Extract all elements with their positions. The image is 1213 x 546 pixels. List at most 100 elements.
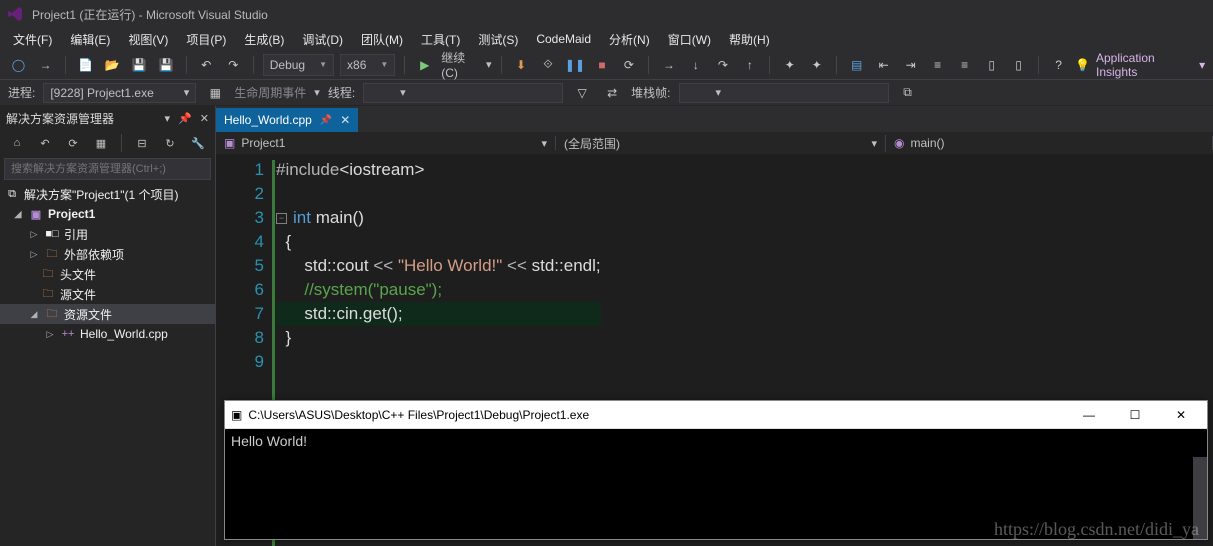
tree-external[interactable]: ▷ 🗀 外部依赖项 xyxy=(0,244,215,264)
process-selector[interactable]: [9228] Project1.exe▾ xyxy=(43,83,196,103)
fold-icon[interactable]: − xyxy=(276,213,287,224)
app-insights-button[interactable]: 💡 Application Insights ▾ xyxy=(1075,51,1205,79)
pin-icon[interactable]: 📌 xyxy=(178,112,192,125)
collapse-icon[interactable]: ⊟ xyxy=(131,132,153,154)
new-project-icon[interactable]: 📄 xyxy=(75,54,96,76)
menu-tools[interactable]: 工具(T) xyxy=(412,29,469,50)
show-all-icon[interactable]: ▦ xyxy=(90,132,112,154)
chevron-down-icon[interactable]: ▾ xyxy=(314,86,320,99)
console-titlebar[interactable]: ▣ C:\Users\ASUS\Desktop\C++ Files\Projec… xyxy=(225,401,1207,429)
menu-file[interactable]: 文件(F) xyxy=(4,29,61,50)
caret-closed-icon[interactable]: ▷ xyxy=(44,329,56,340)
debug-toolbar: 进程: [9228] Project1.exe▾ ▦ 生命周期事件▾ 线程: ▾… xyxy=(0,80,1213,106)
tree-sources[interactable]: 🗀 源文件 xyxy=(0,284,215,304)
menu-test[interactable]: 测试(S) xyxy=(469,29,527,50)
nav-fwd-icon[interactable]: → xyxy=(35,54,56,76)
back-icon[interactable]: ↶ xyxy=(34,132,56,154)
nav-back-icon[interactable]: ◯ xyxy=(8,54,29,76)
break-all-icon[interactable]: ⬇ xyxy=(511,54,532,76)
pause-icon[interactable]: ❚❚ xyxy=(564,54,585,76)
menu-edit[interactable]: 编辑(E) xyxy=(61,29,119,50)
sync-icon[interactable]: ⟳ xyxy=(62,132,84,154)
step-out-icon[interactable]: ↑ xyxy=(739,54,760,76)
step-over-icon[interactable]: ↷ xyxy=(712,54,733,76)
menu-window[interactable]: 窗口(W) xyxy=(659,29,720,50)
close-button[interactable]: ✕ xyxy=(1161,404,1201,426)
menu-view[interactable]: 视图(V) xyxy=(119,29,177,50)
show-next-icon[interactable]: → xyxy=(658,54,679,76)
menu-team[interactable]: 团队(M) xyxy=(352,29,412,50)
menu-analyze[interactable]: 分析(N) xyxy=(600,29,659,50)
layout-icon[interactable]: ▤ xyxy=(846,54,867,76)
nav-scope[interactable]: (全局范围) ▾ xyxy=(556,135,886,152)
save-icon[interactable]: 💾 xyxy=(129,54,150,76)
tree-headers[interactable]: 🗀 头文件 xyxy=(0,264,215,284)
indent-left-icon[interactable]: ⇤ xyxy=(873,54,894,76)
platform-selector[interactable]: x86▼ xyxy=(340,54,395,76)
chevron-down-icon: ▾ xyxy=(716,86,722,99)
menu-codemaid[interactable]: CodeMaid xyxy=(527,30,600,48)
tree-solution[interactable]: ⧉ 解决方案"Project1"(1 个项目) xyxy=(0,184,215,204)
tree-refs[interactable]: ▷ ■□ 引用 xyxy=(0,224,215,244)
comment-icon[interactable]: ≡ xyxy=(927,54,948,76)
stack-options-icon[interactable]: ⧉ xyxy=(897,82,919,104)
separator xyxy=(65,56,66,74)
continue-label[interactable]: 继续(C) xyxy=(441,49,480,80)
open-icon[interactable]: 📂 xyxy=(102,54,123,76)
close-icon[interactable]: ✕ xyxy=(200,112,209,125)
dropdown-icon[interactable]: ▾ xyxy=(165,112,171,125)
tab-active[interactable]: Hello_World.cpp 📌 ✕ xyxy=(216,108,358,132)
nav-project[interactable]: ▣ Project1 ▾ xyxy=(216,136,556,150)
nav-func[interactable]: ◉ main() xyxy=(886,136,1213,150)
thread-toggle-icon[interactable]: ⇄ xyxy=(601,82,623,104)
refresh-icon[interactable]: ↻ xyxy=(159,132,181,154)
step-icon[interactable]: ⟐ xyxy=(538,54,559,76)
misc2-icon[interactable]: ✦ xyxy=(806,54,827,76)
console-window[interactable]: ▣ C:\Users\ASUS\Desktop\C++ Files\Projec… xyxy=(224,400,1208,540)
maximize-button[interactable]: ☐ xyxy=(1115,404,1155,426)
editor-tabs: Hello_World.cpp 📌 ✕ xyxy=(216,106,1213,132)
minimize-button[interactable]: — xyxy=(1069,404,1109,426)
thread-selector[interactable]: ▾ xyxy=(363,83,563,103)
close-icon[interactable]: ✕ xyxy=(340,113,350,127)
menu-project[interactable]: 项目(P) xyxy=(177,29,235,50)
func-icon: ◉ xyxy=(894,136,904,150)
home-icon[interactable]: ⌂ xyxy=(6,132,28,154)
pin-icon[interactable]: 📌 xyxy=(320,115,332,126)
help-icon[interactable]: ? xyxy=(1048,54,1069,76)
tree-file[interactable]: ▷ ++ Hello_World.cpp xyxy=(0,324,215,344)
caret-closed-icon[interactable]: ▷ xyxy=(28,249,40,260)
caret-open-icon[interactable]: ◢ xyxy=(28,309,40,320)
menu-debug[interactable]: 调试(D) xyxy=(293,29,352,50)
thread-filter-icon[interactable]: ▽ xyxy=(571,82,593,104)
step-into-icon[interactable]: ↓ xyxy=(685,54,706,76)
caret-closed-icon[interactable]: ▷ xyxy=(28,229,40,240)
chevron-down-icon[interactable]: ▾ xyxy=(486,58,492,71)
tree-project[interactable]: ◢ ▣ Project1 xyxy=(0,204,215,224)
continue-icon[interactable]: ▶ xyxy=(414,54,435,76)
bookmark-icon[interactable]: ▯ xyxy=(981,54,1002,76)
undo-icon[interactable]: ↶ xyxy=(196,54,217,76)
panel-search[interactable] xyxy=(4,158,211,180)
process-label: 进程: xyxy=(8,84,35,101)
search-input[interactable] xyxy=(4,158,211,180)
lifecycle-icon[interactable]: ▦ xyxy=(204,82,226,104)
caret-open-icon[interactable]: ◢ xyxy=(12,209,24,220)
bookmark2-icon[interactable]: ▯ xyxy=(1008,54,1029,76)
menu-help[interactable]: 帮助(H) xyxy=(720,29,779,50)
menu-build[interactable]: 生成(B) xyxy=(235,29,293,50)
tree-resources[interactable]: ◢ 🗀 资源文件 xyxy=(0,304,215,324)
folder-icon: 🗀 xyxy=(40,266,56,282)
indent-right-icon[interactable]: ⇥ xyxy=(900,54,921,76)
scrollbar[interactable] xyxy=(1193,457,1207,539)
misc1-icon[interactable]: ✦ xyxy=(779,54,800,76)
save-all-icon[interactable]: 💾 xyxy=(156,54,177,76)
stackframe-selector[interactable]: ▾ xyxy=(679,83,889,103)
properties-icon[interactable]: 🔧 xyxy=(187,132,209,154)
uncomment-icon[interactable]: ≡ xyxy=(954,54,975,76)
stop-icon[interactable]: ■ xyxy=(591,54,612,76)
restart-icon[interactable]: ⟳ xyxy=(618,54,639,76)
redo-icon[interactable]: ↷ xyxy=(223,54,244,76)
console-text: Hello World! xyxy=(231,433,307,449)
config-selector[interactable]: Debug▼ xyxy=(263,54,334,76)
